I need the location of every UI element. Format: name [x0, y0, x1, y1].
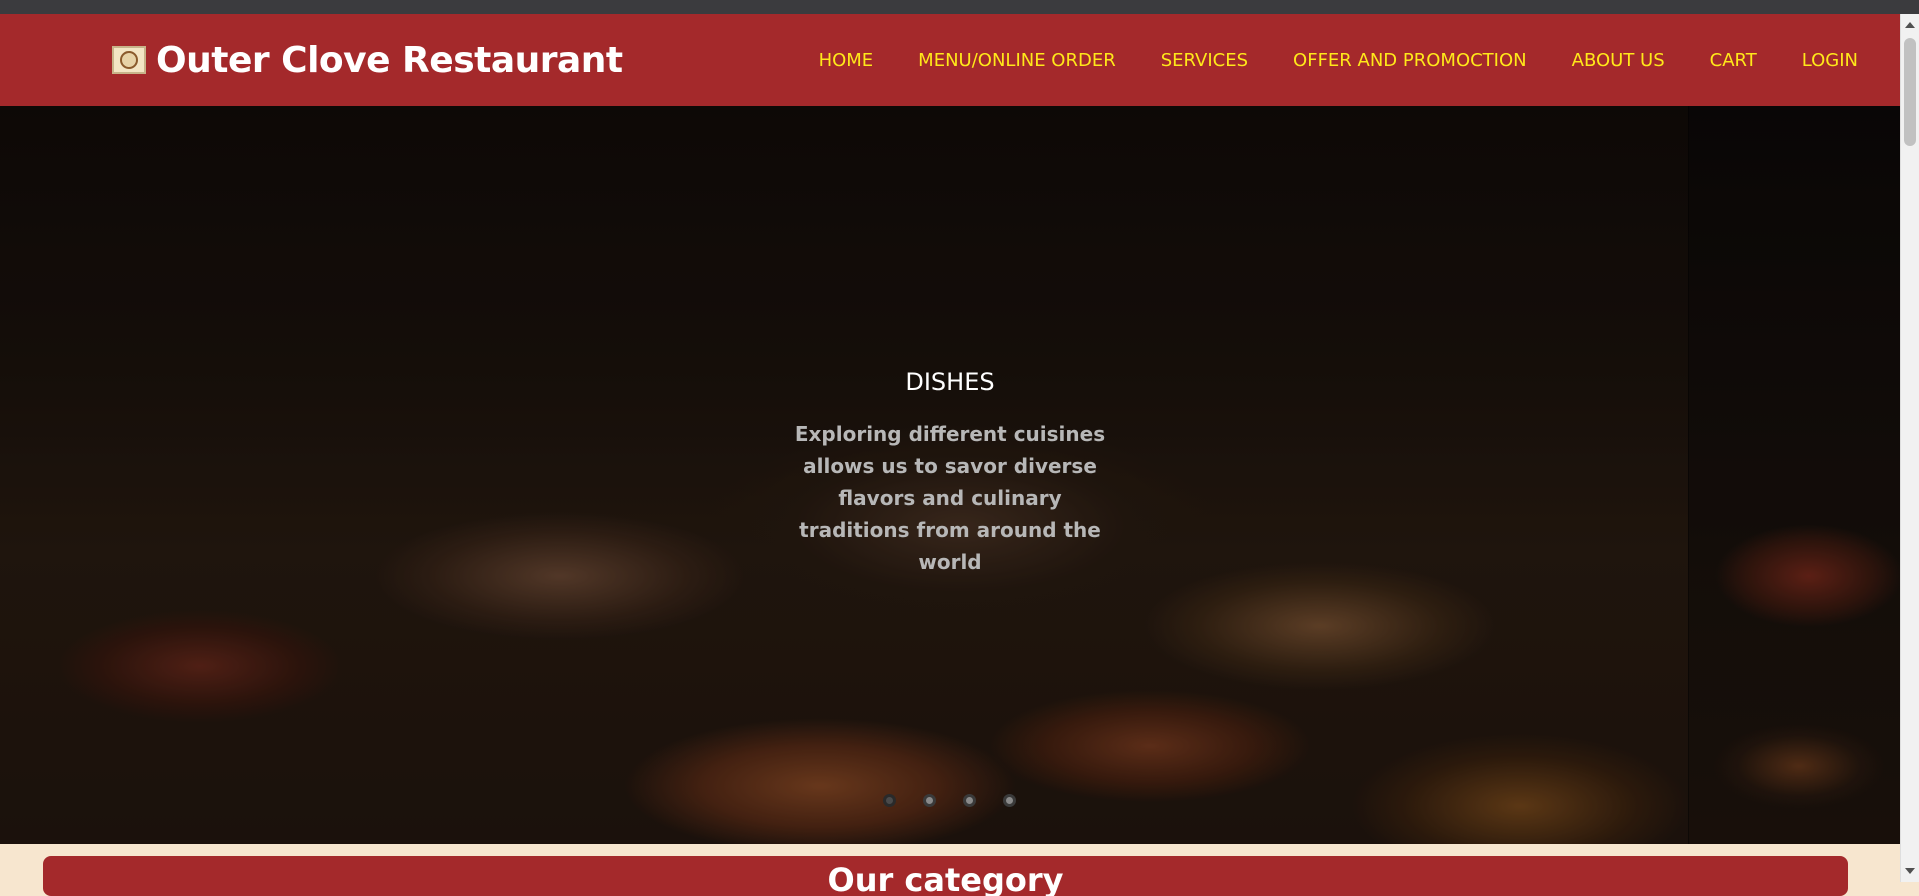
hero-carousel[interactable]: DISHES Exploring different cuisines allo… — [0, 106, 1900, 844]
carousel-indicator-2[interactable] — [923, 794, 936, 807]
main-nav: HOME MENU/ONLINE ORDER SERVICES OFFER AN… — [774, 14, 1858, 106]
scroll-down-arrow-icon[interactable] — [1905, 868, 1915, 874]
seal-mark — [120, 51, 138, 69]
nav-cart[interactable]: CART — [1710, 50, 1757, 71]
site-header: Outer Clove Restaurant HOME MENU/ONLINE … — [0, 14, 1900, 106]
caption-title: DISHES — [905, 368, 995, 396]
carousel-caption: DISHES Exploring different cuisines allo… — [775, 368, 1125, 578]
nav-about-us[interactable]: ABOUT US — [1572, 50, 1665, 71]
nav-offer-and-promotion[interactable]: OFFER AND PROMOCTION — [1293, 50, 1527, 71]
scroll-up-arrow-icon[interactable] — [1905, 22, 1915, 28]
carousel-indicators — [883, 794, 1016, 807]
brand[interactable]: Outer Clove Restaurant — [112, 14, 623, 106]
nav-services[interactable]: SERVICES — [1161, 50, 1248, 71]
category-header: Our category — [43, 856, 1848, 896]
category-title: Our category — [827, 861, 1064, 896]
nav-login[interactable]: LOGIN — [1802, 50, 1858, 71]
carousel-indicator-3[interactable] — [963, 794, 976, 807]
carousel-indicator-1[interactable] — [883, 794, 896, 807]
nav-menu-online-order[interactable]: MENU/ONLINE ORDER — [918, 50, 1116, 71]
page-scrollbar[interactable] — [1900, 14, 1919, 882]
carousel-indicator-4[interactable] — [1003, 794, 1016, 807]
nav-home[interactable]: HOME — [819, 50, 874, 71]
scroll-thumb[interactable] — [1904, 38, 1916, 146]
browser-top-bar — [0, 0, 1919, 14]
caption-text: Exploring different cuisines allows us t… — [794, 422, 1106, 574]
brand-name[interactable]: Outer Clove Restaurant — [156, 40, 623, 81]
restaurant-seal-logo-icon — [112, 46, 146, 74]
